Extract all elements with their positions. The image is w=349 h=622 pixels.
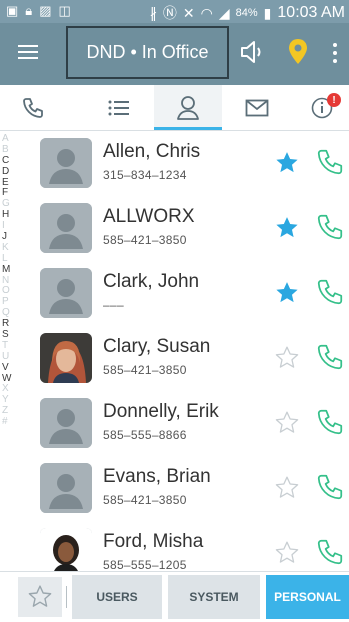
favorites-filter-button[interactable]	[18, 577, 62, 617]
call-icon[interactable]	[315, 212, 345, 242]
tab-bar: !	[0, 85, 349, 131]
system-tab-button[interactable]: SYSTEM	[168, 575, 260, 619]
battery-percent: 84%	[235, 7, 258, 19]
unfavorite-star-icon[interactable]	[274, 540, 300, 566]
unfavorite-star-icon[interactable]	[274, 475, 300, 501]
tab-list[interactable]	[86, 85, 152, 130]
list-icon	[108, 100, 129, 115]
personal-tab-button[interactable]: PERSONAL	[266, 575, 349, 619]
contact-phone: 585–421–3850	[103, 493, 187, 507]
mute-icon: ✕	[182, 4, 195, 21]
presence-status-button[interactable]: DND • In Office	[66, 26, 229, 79]
contact-phone: 585–555–8866	[103, 428, 187, 442]
call-icon[interactable]	[315, 277, 345, 307]
contact-name: Clary, Susan	[103, 336, 211, 357]
tab-messages[interactable]	[224, 85, 290, 130]
contact-phone: –––	[103, 298, 124, 312]
active-tab-indicator	[154, 127, 222, 130]
picture-icon: ▣	[6, 3, 19, 18]
contact-phone: 585–421–3850	[103, 363, 187, 377]
avatar	[40, 398, 92, 448]
notification-badge: !	[327, 93, 341, 107]
favorite-star-icon[interactable]	[274, 150, 300, 176]
tab-contacts[interactable]	[154, 85, 222, 130]
contact-name: Allen, Chris	[103, 141, 201, 162]
contact-row[interactable]: Clary, Susan 585–421–3850	[0, 326, 349, 391]
contact-row[interactable]: ALLWORX 585–421–3850	[0, 196, 349, 261]
call-icon[interactable]	[315, 147, 345, 177]
contact-phone: 315–834–1234	[103, 168, 187, 182]
nfc-icon: Ⓝ	[162, 5, 177, 21]
contact-name: Donnelly, Erik	[103, 401, 219, 422]
call-icon[interactable]	[315, 537, 345, 567]
overflow-menu-icon[interactable]	[333, 43, 339, 65]
avatar	[40, 528, 92, 571]
contact-name: Evans, Brian	[103, 466, 211, 487]
call-icon[interactable]	[315, 342, 345, 372]
contact-name: ALLWORX	[103, 206, 195, 227]
call-icon[interactable]	[315, 472, 345, 502]
favorite-star-icon[interactable]	[274, 280, 300, 306]
speaker-icon[interactable]	[238, 38, 266, 66]
status-bar: ▣ 🔒︎ ▨ ◫ ∦ Ⓝ ✕ ◠ ◢ 84% ▮ 10:03 AM	[0, 0, 349, 23]
person-icon	[177, 95, 199, 120]
envelope-icon	[245, 99, 269, 116]
avatar	[40, 203, 92, 253]
bluetooth-icon: ∦	[149, 4, 157, 21]
contact-row[interactable]: Ford, Misha 585–555–1205	[0, 521, 349, 571]
avatar	[40, 268, 92, 318]
app-bar: DND • In Office	[0, 23, 349, 85]
contact-name: Clark, John	[103, 271, 200, 292]
avatar	[40, 463, 92, 513]
tab-info[interactable]: !	[294, 85, 349, 130]
tab-phone[interactable]	[0, 85, 66, 130]
clock: 10:03 AM	[277, 4, 345, 21]
star-outline-icon	[28, 585, 52, 607]
unfavorite-star-icon[interactable]	[274, 345, 300, 371]
unfavorite-star-icon[interactable]	[274, 410, 300, 436]
divider	[66, 586, 67, 608]
phone-icon	[23, 97, 43, 118]
contact-phone: 585–555–1205	[103, 558, 187, 571]
contact-row[interactable]: Allen, Chris 315–834–1234	[0, 131, 349, 196]
contact-row[interactable]: Clark, John –––	[0, 261, 349, 326]
battery-icon: ▮	[263, 4, 272, 21]
menu-icon[interactable]	[18, 41, 38, 65]
contact-phone: 585–421–3850	[103, 233, 187, 247]
contact-name: Ford, Misha	[103, 531, 204, 552]
lock-icon: 🔒︎	[25, 3, 33, 18]
contact-row[interactable]: Donnelly, Erik 585–555–8866	[0, 391, 349, 456]
call-icon[interactable]	[315, 407, 345, 437]
users-tab-button[interactable]: USERS	[72, 575, 162, 619]
wifi-icon: ◠	[200, 4, 213, 21]
status-icons-right: ∦ Ⓝ ✕ ◠ ◢ 84% ▮ 10:03 AM	[150, 3, 345, 23]
presence-status-label: DND • In Office	[86, 42, 209, 62]
avatar	[40, 138, 92, 188]
contact-row[interactable]: Evans, Brian 585–421–3850	[0, 456, 349, 521]
status-icons-left: ▣ 🔒︎ ▨ ◫	[6, 3, 71, 19]
favorite-star-icon[interactable]	[274, 215, 300, 241]
image-icon: ▨	[39, 3, 52, 18]
avatar	[40, 333, 92, 383]
contact-list: Allen, Chris 315–834–1234 ALLWORX 585–421–3…	[0, 131, 349, 571]
location-pin-icon[interactable]	[286, 37, 310, 67]
voicemail-icon: ◫	[58, 3, 71, 18]
bottom-bar: USERS SYSTEM PERSONAL	[0, 571, 349, 622]
signal-icon: ◢	[218, 4, 230, 21]
